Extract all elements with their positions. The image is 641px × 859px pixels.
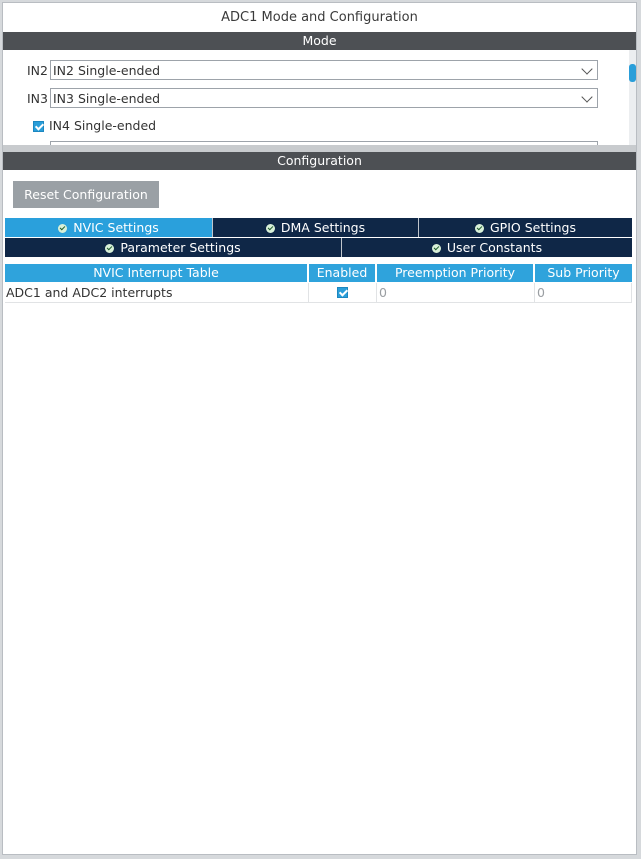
mode-panel: IN2 IN2 Single-ended IN3 IN3 Single-ende… — [3, 50, 636, 145]
column-header-sub-priority[interactable]: Sub Priority — [535, 264, 632, 282]
table-row-name: ADC1 and ADC2 interrupts — [5, 283, 309, 303]
column-header-nvic-interrupt-table[interactable]: NVIC Interrupt Table — [5, 264, 309, 282]
in4-checkbox-label: IN4 Single-ended — [49, 118, 157, 133]
in4-checkbox[interactable] — [33, 121, 44, 132]
tab-label: User Constants — [446, 240, 543, 255]
tab-label: NVIC Settings — [73, 220, 159, 235]
mode-row-in3: IN3 IN3 Single-ended — [3, 88, 623, 110]
in3-select-value: IN3 Single-ended — [53, 91, 161, 106]
tab-label: DMA Settings — [280, 220, 366, 235]
chevron-down-icon[interactable] — [581, 91, 593, 103]
in2-label: IN2 — [27, 63, 48, 78]
window-title: ADC1 Mode and Configuration — [221, 10, 418, 25]
column-header-preemption-priority[interactable]: Preemption Priority — [377, 264, 535, 282]
tab-user-constants[interactable]: User Constants — [342, 238, 632, 257]
mode-scrollbar-thumb[interactable] — [629, 64, 636, 82]
tab-gpio-settings[interactable]: GPIO Settings — [419, 218, 632, 237]
in2-select[interactable]: IN2 Single-ended — [50, 60, 598, 80]
sub-priority-field[interactable]: 0 — [535, 283, 632, 303]
in3-select[interactable]: IN3 Single-ended — [50, 88, 598, 108]
enabled-checkbox[interactable] — [337, 287, 348, 298]
configuration-header: Configuration — [3, 152, 636, 170]
in2-select-value: IN2 Single-ended — [53, 63, 161, 78]
check-circle-icon — [431, 244, 441, 253]
mode-header: Mode — [3, 32, 636, 50]
adc1-config-window: ADC1 Mode and Configuration Mode IN2 IN2… — [2, 2, 637, 855]
check-circle-icon — [105, 244, 115, 253]
in3-label: IN3 — [27, 91, 48, 106]
tab-label: GPIO Settings — [490, 220, 576, 235]
table-row-enabled-cell — [309, 283, 377, 303]
mode-row-in2: IN2 IN2 Single-ended — [3, 60, 623, 82]
preemption-priority-field[interactable]: 0 — [377, 283, 535, 303]
tab-nvic-settings[interactable]: NVIC Settings — [5, 218, 213, 237]
reset-configuration-button[interactable]: Reset Configuration — [13, 181, 159, 208]
tab-dma-settings[interactable]: DMA Settings — [213, 218, 419, 237]
tab-label: Parameter Settings — [120, 240, 241, 255]
check-circle-icon — [265, 224, 275, 233]
tab-parameter-settings[interactable]: Parameter Settings — [5, 238, 342, 257]
mode-scrollbar[interactable] — [629, 50, 636, 145]
column-header-enabled[interactable]: Enabled — [309, 264, 377, 282]
check-circle-icon — [58, 224, 68, 233]
chevron-down-icon[interactable] — [581, 63, 593, 75]
panel-splitter[interactable] — [3, 145, 636, 152]
check-circle-icon — [475, 224, 484, 233]
